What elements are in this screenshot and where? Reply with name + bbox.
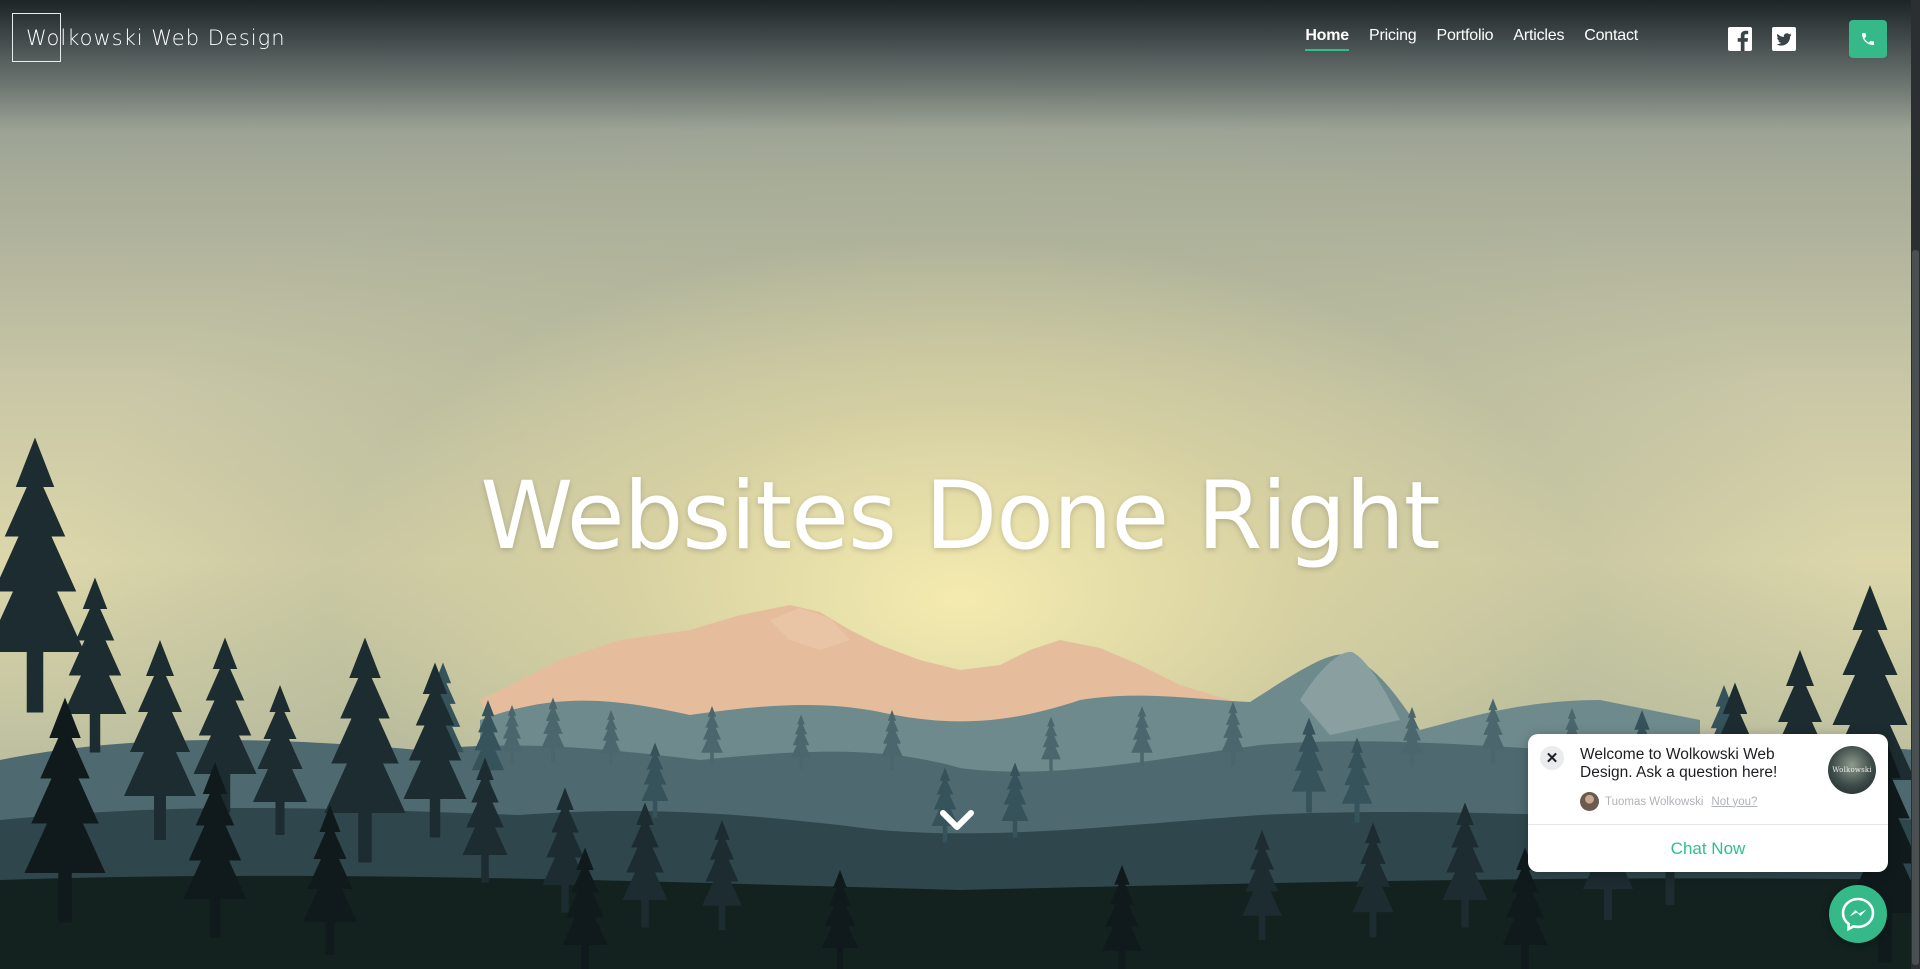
page-avatar: Wolkowski <box>1828 746 1876 794</box>
main-nav: Home Pricing Portfolio Articles Contact <box>1305 27 1638 51</box>
chat-popup: ✕ Welcome to Wolkowski Web Design. Ask a… <box>1528 734 1888 872</box>
scrollbar-thumb[interactable] <box>1912 250 1919 965</box>
messenger-button[interactable] <box>1829 885 1887 943</box>
not-you-link[interactable]: Not you? <box>1711 796 1757 808</box>
chat-welcome-message: Welcome to Wolkowski Web Design. Ask a q… <box>1580 746 1778 781</box>
hero-headline: Websites Done Right <box>480 462 1440 571</box>
phone-button[interactable] <box>1849 20 1887 58</box>
nav-pricing[interactable]: Pricing <box>1369 27 1417 51</box>
phone-icon <box>1862 33 1874 45</box>
chat-agent-info: Tuomas Wolkowski Not you? <box>1580 792 1757 811</box>
facebook-icon[interactable] <box>1728 27 1752 51</box>
agent-avatar <box>1580 792 1599 811</box>
nav-articles[interactable]: Articles <box>1513 27 1564 51</box>
messenger-icon <box>1841 897 1875 932</box>
header-shade <box>0 0 1920 130</box>
page-scrollbar[interactable] <box>1911 0 1920 969</box>
nav-portfolio[interactable]: Portfolio <box>1436 27 1493 51</box>
page-avatar-text: Wolkowski <box>1832 766 1872 774</box>
close-icon[interactable]: ✕ <box>1540 746 1564 770</box>
site-logo[interactable]: Wolkowski Web Design <box>12 13 286 63</box>
logo-text: Wolkowski Web Design <box>26 26 286 50</box>
chevron-down-icon[interactable] <box>940 808 974 834</box>
agent-name: Tuomas Wolkowski <box>1605 795 1704 808</box>
nav-contact[interactable]: Contact <box>1584 27 1638 51</box>
chat-now-button[interactable]: Chat Now <box>1528 825 1888 872</box>
twitter-icon[interactable] <box>1772 27 1796 51</box>
nav-home[interactable]: Home <box>1305 27 1349 51</box>
